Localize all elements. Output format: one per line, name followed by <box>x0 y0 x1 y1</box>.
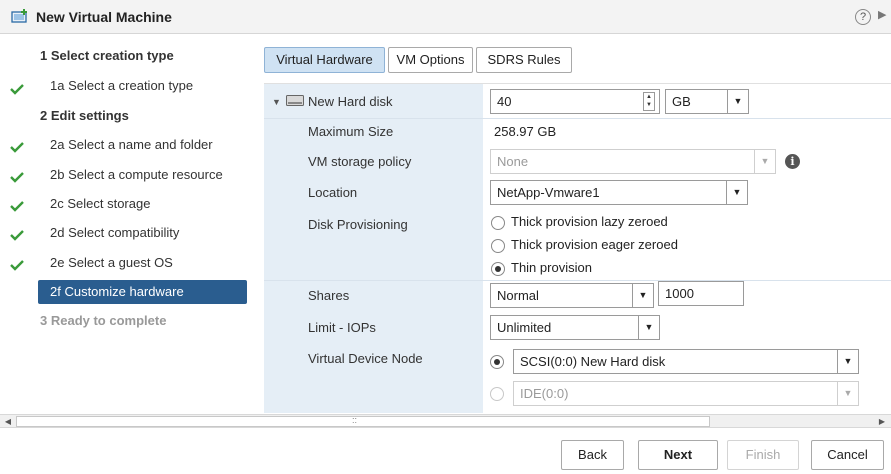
chevron-down-icon[interactable]: ▼ <box>837 349 859 374</box>
step-2c-select-storage[interactable]: 2c Select storage <box>50 192 150 216</box>
row-divider <box>264 280 891 281</box>
location-value: NetApp-Vmware1 <box>497 185 600 200</box>
chevron-down-icon: ▼ <box>837 381 859 406</box>
chevron-down-icon[interactable]: ▼ <box>632 283 654 308</box>
scsi-node-select[interactable]: SCSI(0:0) New Hard disk ▼ <box>513 349 859 374</box>
thick-eager-label[interactable]: Thick provision eager zeroed <box>511 237 678 252</box>
scroll-left-icon[interactable]: ◀ <box>1 415 15 428</box>
scrollbar-thumb[interactable]: :: <box>16 415 710 427</box>
shares-number-value: 1000 <box>665 286 694 301</box>
expand-arrow-icon[interactable]: ▶ <box>878 8 886 21</box>
chevron-down-icon[interactable]: ▼ <box>638 315 660 340</box>
step-2d-select-compatibility[interactable]: 2d Select compatibility <box>50 221 179 245</box>
check-icon <box>10 260 24 271</box>
disk-size-value: 40 <box>497 94 512 109</box>
virtual-hardware-panel: ▼ New Hard disk 40 ▲ ▼ GB ▼ Maximum Size… <box>264 83 891 413</box>
disk-size-input[interactable]: 40 ▲ ▼ <box>490 89 660 114</box>
scsi-node-value: SCSI(0:0) New Hard disk <box>520 354 666 369</box>
max-size-label: Maximum Size <box>308 124 394 139</box>
info-icon[interactable]: i <box>785 154 800 169</box>
step-2f-customize-hardware[interactable]: 2f Customize hardware <box>38 280 247 304</box>
ide-node-select: IDE(0:0) ▼ <box>513 381 859 406</box>
step-2e-select-guest-os[interactable]: 2e Select a guest OS <box>50 251 173 275</box>
shares-number-input[interactable]: 1000 <box>658 281 744 306</box>
shares-select[interactable]: Normal ▼ <box>490 283 654 308</box>
limit-iops-select[interactable]: Unlimited ▼ <box>490 315 660 340</box>
check-icon <box>10 84 24 95</box>
limit-iops-label: Limit - IOPs <box>308 320 376 335</box>
chevron-down-icon[interactable]: ▼ <box>727 89 749 114</box>
step-1-select-creation-type: 1 Select creation type <box>40 48 174 63</box>
row-divider <box>264 118 891 119</box>
chevron-down-icon: ▼ <box>754 149 776 174</box>
tab-sdrs-rules[interactable]: SDRS Rules <box>476 47 572 73</box>
grip-icon: :: <box>352 415 358 425</box>
ide-node-value: IDE(0:0) <box>520 386 569 401</box>
step-2b-select-compute-resource[interactable]: 2b Select a compute resource <box>50 163 223 187</box>
thin-provision-label[interactable]: Thin provision <box>511 260 592 275</box>
size-spinner[interactable]: ▲ ▼ <box>643 92 655 111</box>
storage-policy-value: None <box>497 154 529 169</box>
storage-policy-select: None ▼ <box>490 149 776 174</box>
check-icon <box>10 172 24 183</box>
disk-unit-value: GB <box>672 94 691 109</box>
ide-node-radio <box>490 387 504 401</box>
new-vm-icon <box>11 9 27 23</box>
thick-eager-radio[interactable] <box>491 239 505 253</box>
collapse-arrow-icon[interactable]: ▼ <box>272 97 281 107</box>
thin-provision-radio[interactable] <box>491 262 505 276</box>
shares-value: Normal <box>497 288 539 303</box>
next-button[interactable]: Next <box>638 440 718 470</box>
spin-up-icon[interactable]: ▲ <box>644 93 654 101</box>
thick-lazy-label[interactable]: Thick provision lazy zeroed <box>511 214 668 229</box>
location-select[interactable]: NetApp-Vmware1 ▼ <box>490 180 748 205</box>
wizard-steps: 1 Select creation type 1a Select a creat… <box>0 34 258 414</box>
question-circle-icon[interactable]: ? <box>855 9 871 25</box>
disk-unit-select[interactable]: GB ▼ <box>665 89 749 114</box>
check-icon <box>10 201 24 212</box>
window-title: New Virtual Machine <box>36 9 172 25</box>
check-icon <box>10 230 24 241</box>
step-2a-select-name-folder[interactable]: 2a Select a name and folder <box>50 133 213 157</box>
hard-disk-icon <box>286 95 304 106</box>
shares-label: Shares <box>308 288 350 303</box>
tab-vm-options[interactable]: VM Options <box>388 47 473 73</box>
step-3-ready-to-complete: 3 Ready to complete <box>40 313 167 328</box>
tab-virtual-hardware[interactable]: Virtual Hardware <box>264 47 385 73</box>
title-bar: New Virtual Machine ? ▶ <box>0 0 891 34</box>
thick-lazy-radio[interactable] <box>491 216 505 230</box>
limit-iops-value: Unlimited <box>497 320 552 335</box>
cancel-button[interactable]: Cancel <box>811 440 884 470</box>
device-node-label: Virtual Device Node <box>308 351 423 366</box>
check-icon <box>10 142 24 153</box>
disk-provisioning-label: Disk Provisioning <box>308 217 408 232</box>
scsi-node-radio[interactable] <box>490 355 504 369</box>
back-button[interactable]: Back <box>561 440 624 470</box>
spin-down-icon[interactable]: ▼ <box>644 101 654 109</box>
storage-policy-label: VM storage policy <box>308 154 412 169</box>
horizontal-scrollbar[interactable]: ◀ :: ▶ <box>0 414 891 428</box>
new-hard-disk-label: New Hard disk <box>308 94 393 109</box>
finish-button: Finish <box>727 440 799 470</box>
max-size-value: 258.97 GB <box>494 124 557 139</box>
chevron-down-icon[interactable]: ▼ <box>726 180 748 205</box>
location-label: Location <box>308 185 358 200</box>
scroll-right-icon[interactable]: ▶ <box>875 415 889 428</box>
step-2-edit-settings: 2 Edit settings <box>40 108 129 123</box>
step-1a-select-creation-type[interactable]: 1a Select a creation type <box>50 74 193 98</box>
